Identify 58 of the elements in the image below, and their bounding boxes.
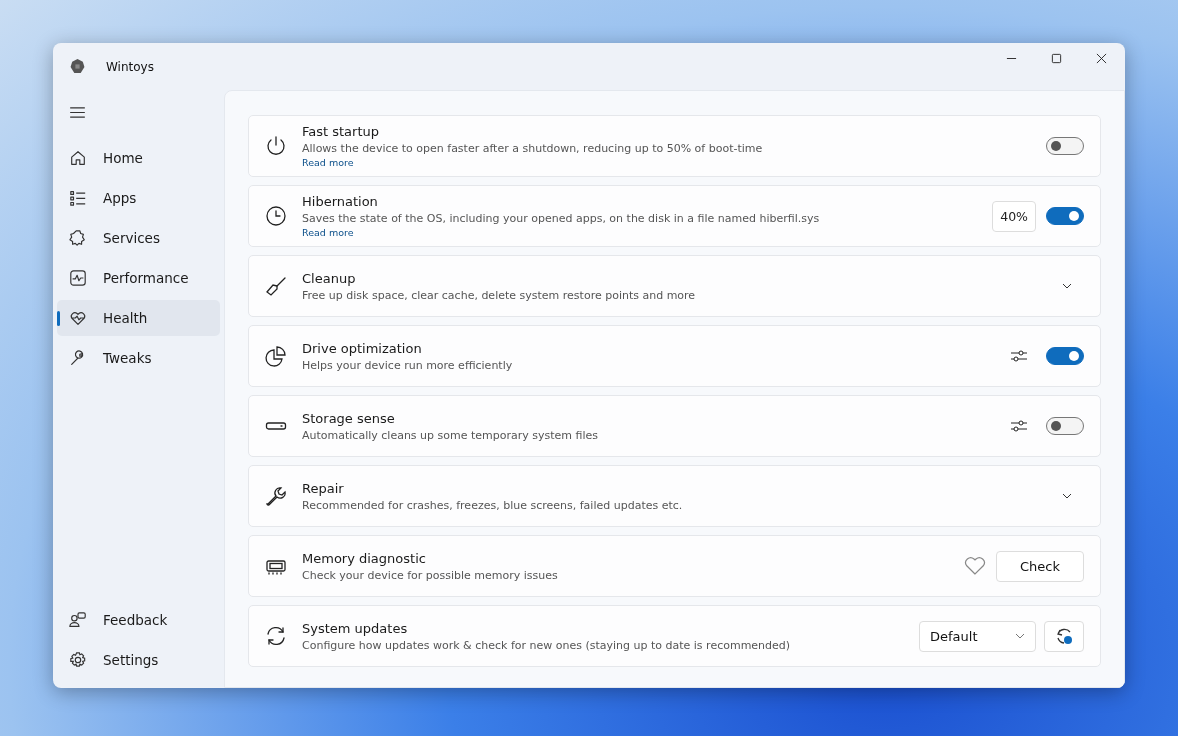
wrench-icon	[265, 485, 287, 507]
setting-description: Recommended for crashes, freezes, blue screens, failed updates etc.	[302, 498, 684, 512]
toggle-switch[interactable]	[1046, 207, 1084, 225]
sidebar-item[interactable]: Tweaks	[57, 340, 220, 376]
apps-icon	[69, 189, 87, 207]
check-button[interactable]: Check	[996, 550, 1084, 582]
setting-description: Check your device for possible memory issues	[302, 568, 559, 582]
value-field[interactable]: 40%	[992, 200, 1036, 232]
health-icon	[69, 309, 87, 327]
sidebar-item[interactable]: Health	[57, 300, 220, 336]
setting-title: Storage sense	[302, 410, 396, 426]
sliders-icon[interactable]	[1010, 349, 1028, 363]
setting-title: System updates	[302, 620, 409, 636]
performance-icon	[69, 269, 87, 287]
setting-title: Cleanup	[302, 270, 357, 286]
sliders-icon[interactable]	[1010, 419, 1028, 433]
chevron-icon[interactable]	[1062, 493, 1072, 499]
sidebar-item[interactable]: Settings	[57, 642, 220, 678]
dropdown[interactable]: Default	[919, 620, 1036, 652]
read-more-link[interactable]: Read more	[302, 157, 354, 168]
setting-description: Saves the state of the OS, including your opened apps, on the disk in a file named hiberfil.sys	[302, 212, 821, 225]
setting-description: Configure how updates work & check for new ones (staying up to date is recommended)	[302, 638, 792, 652]
toggle-switch[interactable]	[1046, 347, 1084, 365]
setting-title: Repair	[302, 480, 345, 496]
sidebar-item[interactable]: Performance	[57, 260, 220, 296]
chevron-icon	[1015, 633, 1025, 639]
people-chat-icon	[69, 611, 87, 629]
setting-title: Memory diagnostic	[302, 550, 427, 566]
sidebar-item[interactable]: Services	[57, 220, 220, 256]
settings-icon	[69, 651, 87, 669]
close-icon[interactable]	[1096, 53, 1107, 64]
setting-title: Drive optimization	[302, 340, 423, 356]
app-logo-icon	[69, 58, 86, 75]
clock-icon	[265, 205, 287, 227]
setting-title: Fast startup	[302, 124, 381, 139]
refresh-button[interactable]	[1044, 620, 1084, 652]
sidebar-item[interactable]: Feedback	[57, 602, 220, 638]
sidebar-item[interactable]: Apps	[57, 180, 220, 216]
setting-title: Hibernation	[302, 194, 379, 209]
setting-description: Automatically cleans up some temporary system files	[302, 428, 600, 442]
toggle-switch[interactable]	[1046, 137, 1084, 155]
chevron-icon[interactable]	[1062, 283, 1072, 289]
home-icon	[69, 149, 87, 167]
sidebar-item[interactable]: Home	[57, 140, 220, 176]
read-more-link[interactable]: Read more	[302, 227, 354, 238]
sync-icon	[265, 625, 287, 647]
toggle-switch[interactable]	[1046, 417, 1084, 435]
setting-description: Helps your device run more efficiently	[302, 358, 514, 372]
maximize-icon[interactable]	[1051, 53, 1062, 64]
setting-description: Allows the device to open faster after a shutdown, reducing up to 50% of boot-time	[302, 142, 764, 155]
setting-description: Free up disk space, clear cache, delete system restore points and more	[302, 288, 697, 302]
pie-icon	[265, 345, 287, 367]
broom-icon	[265, 275, 287, 297]
refresh-icon	[1054, 626, 1074, 646]
window-title: Wintoys	[106, 59, 154, 74]
menu-icon[interactable]	[70, 107, 85, 118]
heart-icon[interactable]	[964, 556, 986, 576]
power-icon	[265, 135, 287, 157]
